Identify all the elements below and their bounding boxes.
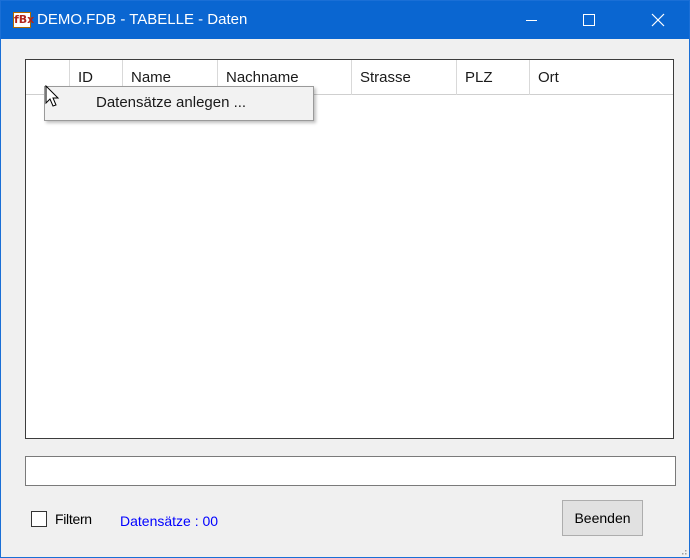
column-header-ort[interactable]: Ort [530,60,673,95]
close-icon [651,13,665,27]
column-header-strasse[interactable]: Strasse [352,60,457,95]
maximize-icon [583,14,595,26]
title-bar[interactable]: fBx DEMO.FDB - TABELLE - Daten [1,1,689,39]
minimize-icon [526,20,537,21]
menu-item-label: Datensätze anlegen ... [96,94,247,111]
app-icon[interactable]: fBx [13,12,34,28]
app-window: fBx DEMO.FDB - TABELLE - Daten ID Name N… [0,0,690,558]
record-count-label: Datensätze : 00 [120,513,219,529]
context-menu: Datensätze anlegen ... [44,86,314,121]
mouse-pointer-icon [45,85,60,107]
filter-checkbox-label[interactable]: Filtern [55,511,92,527]
beenden-button[interactable]: Beenden [562,500,643,536]
maximize-button[interactable] [566,1,612,39]
close-button[interactable] [635,1,681,39]
resize-grip-icon[interactable] [679,547,687,555]
window-title: DEMO.FDB - TABELLE - Daten [37,11,248,28]
menu-item-create-records[interactable]: Datensätze anlegen ... [45,87,313,120]
status-field[interactable] [25,456,676,486]
column-header-plz[interactable]: PLZ [457,60,530,95]
filter-checkbox[interactable] [31,511,47,527]
minimize-button[interactable] [509,1,555,39]
